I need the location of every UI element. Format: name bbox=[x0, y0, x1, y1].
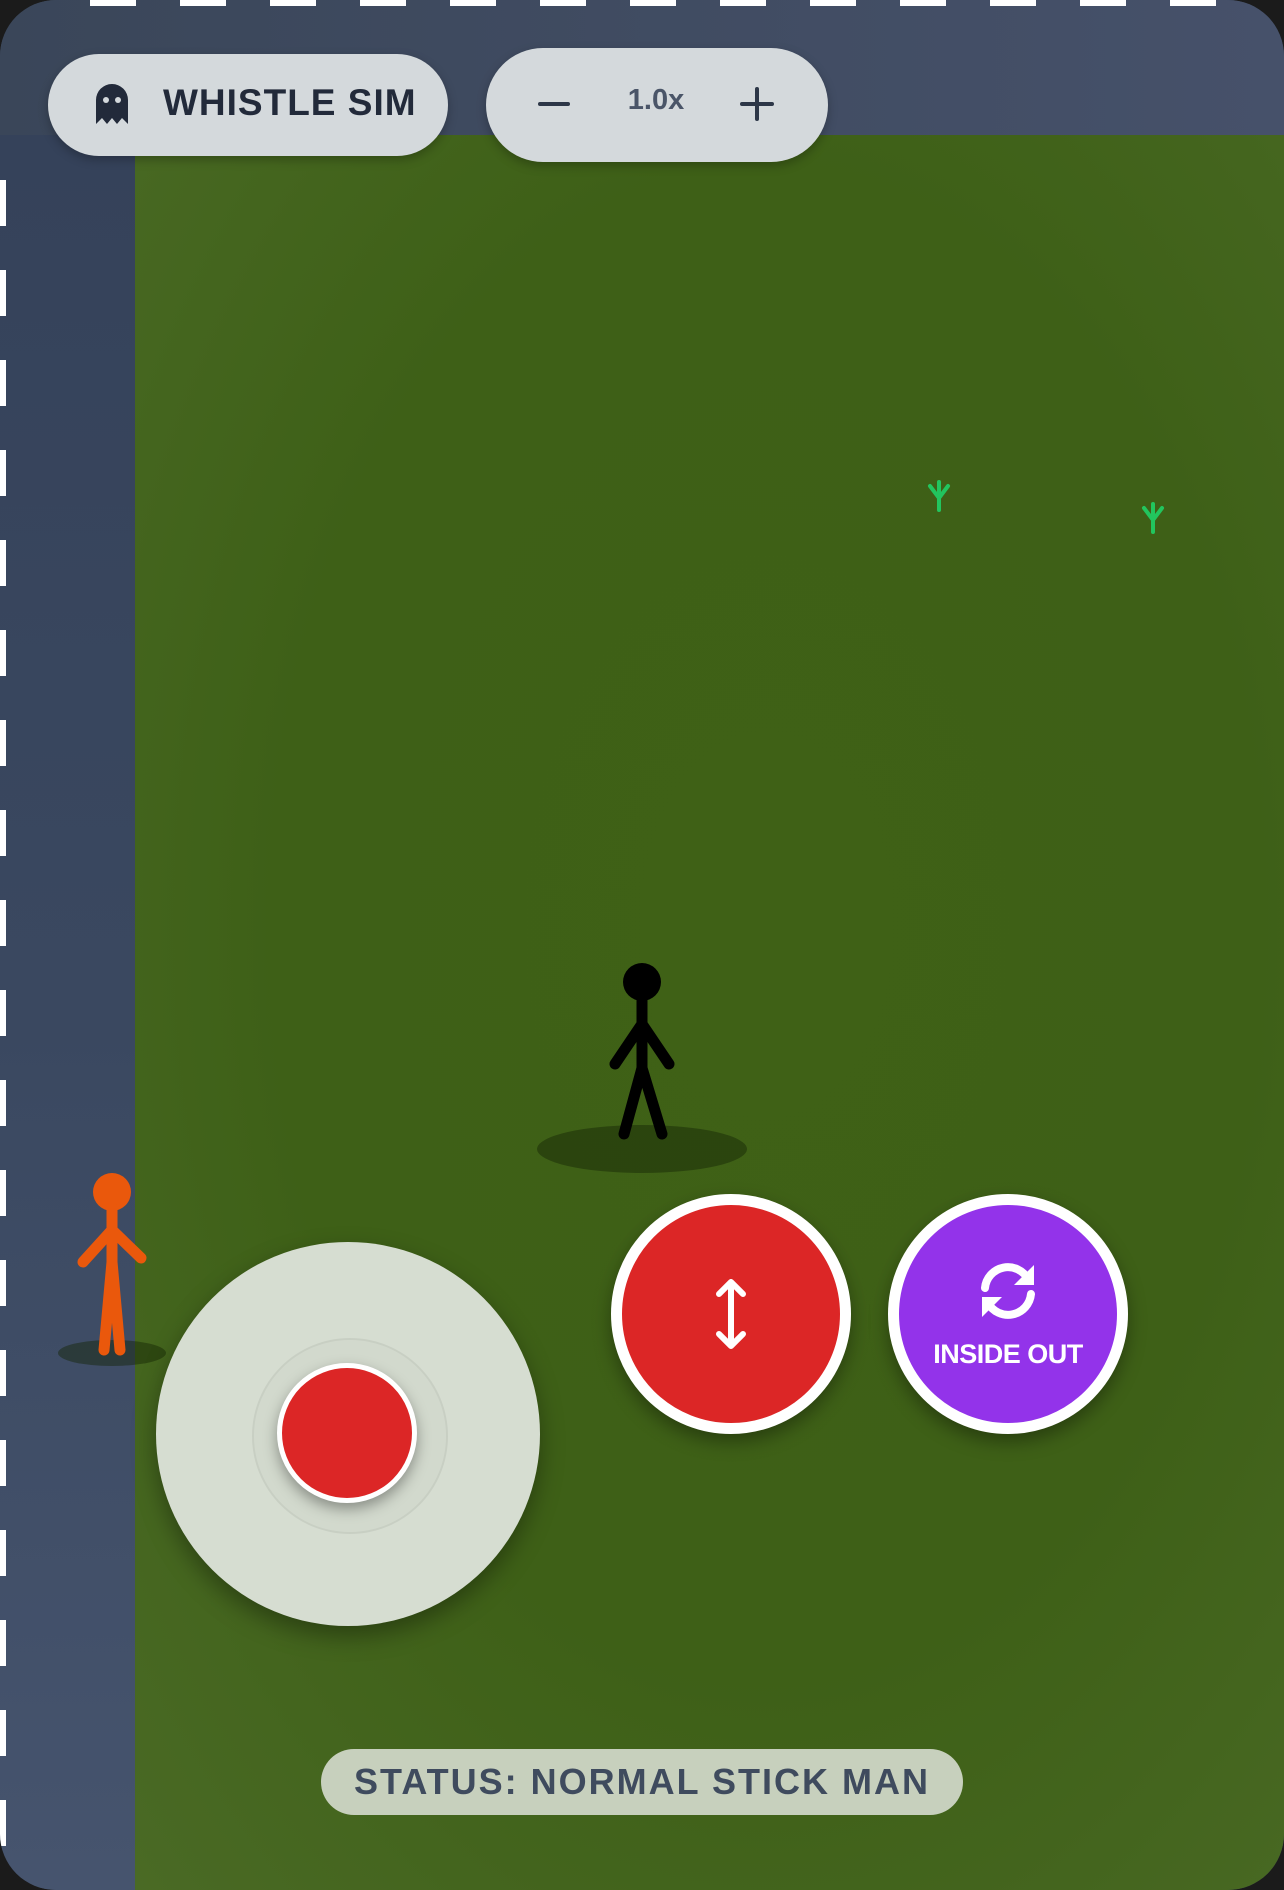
road-dash bbox=[0, 1530, 6, 1576]
road-dash bbox=[0, 1260, 6, 1306]
road-dash bbox=[1080, 0, 1126, 6]
road-dash bbox=[720, 0, 766, 6]
sprout-icon bbox=[928, 480, 950, 512]
road-dash bbox=[0, 1800, 6, 1846]
vertical-arrows-icon bbox=[716, 1279, 746, 1349]
road-dash bbox=[360, 0, 406, 6]
road-dash bbox=[0, 720, 6, 766]
zoom-in-button[interactable] bbox=[727, 74, 787, 134]
status-badge: STATUS: NORMAL STICK MAN bbox=[321, 1749, 963, 1815]
road-left bbox=[0, 135, 135, 1890]
road-dash bbox=[1260, 0, 1284, 6]
ghost-icon bbox=[96, 84, 128, 124]
road-dash bbox=[540, 0, 586, 6]
road-dash bbox=[0, 1350, 6, 1396]
road-dash bbox=[0, 360, 6, 406]
plus-icon bbox=[740, 87, 774, 121]
road-dash bbox=[0, 1440, 6, 1486]
refresh-icon bbox=[981, 1262, 1035, 1319]
inside-out-label: INSIDE OUT bbox=[933, 1338, 1083, 1369]
road-dash bbox=[0, 540, 6, 586]
grass-field bbox=[135, 135, 1284, 1890]
minus-icon bbox=[538, 102, 570, 106]
road-dash bbox=[0, 1080, 6, 1126]
resize-button[interactable] bbox=[611, 1194, 851, 1434]
road-dash bbox=[0, 630, 6, 676]
road-dash bbox=[0, 1710, 6, 1756]
status-text: STATUS: NORMAL STICK MAN bbox=[354, 1761, 930, 1802]
road-dash bbox=[450, 0, 496, 6]
road-dash bbox=[630, 0, 676, 6]
player-stick-man bbox=[609, 963, 675, 1140]
road-dash bbox=[0, 900, 6, 946]
inside-out-button[interactable]: INSIDE OUT bbox=[888, 1194, 1128, 1434]
zoom-out-button[interactable] bbox=[524, 74, 584, 134]
joystick-knob[interactable] bbox=[277, 1363, 417, 1503]
road-dash bbox=[0, 450, 6, 496]
zoom-level: 1.0x bbox=[627, 84, 685, 116]
road-dash bbox=[1170, 0, 1216, 6]
road-dash bbox=[0, 180, 6, 226]
road-dash bbox=[0, 990, 6, 1036]
game-viewport: WHISTLE SIM 1.0x INSIDE OUT STATUS: NORM… bbox=[0, 0, 1284, 1890]
sprout-icon bbox=[1142, 502, 1164, 534]
game-title: WHISTLE SIM bbox=[163, 82, 417, 123]
road-dash bbox=[0, 810, 6, 856]
road-dash bbox=[0, 270, 6, 316]
road-dash bbox=[990, 0, 1036, 6]
road-dash bbox=[0, 1170, 6, 1216]
road-dash bbox=[810, 0, 856, 6]
road-dash bbox=[900, 0, 946, 6]
road-dash bbox=[180, 0, 226, 6]
road-dash bbox=[90, 0, 136, 6]
npc-stick-man bbox=[77, 1173, 147, 1356]
road-dash bbox=[270, 0, 316, 6]
road-dash bbox=[0, 1620, 6, 1666]
